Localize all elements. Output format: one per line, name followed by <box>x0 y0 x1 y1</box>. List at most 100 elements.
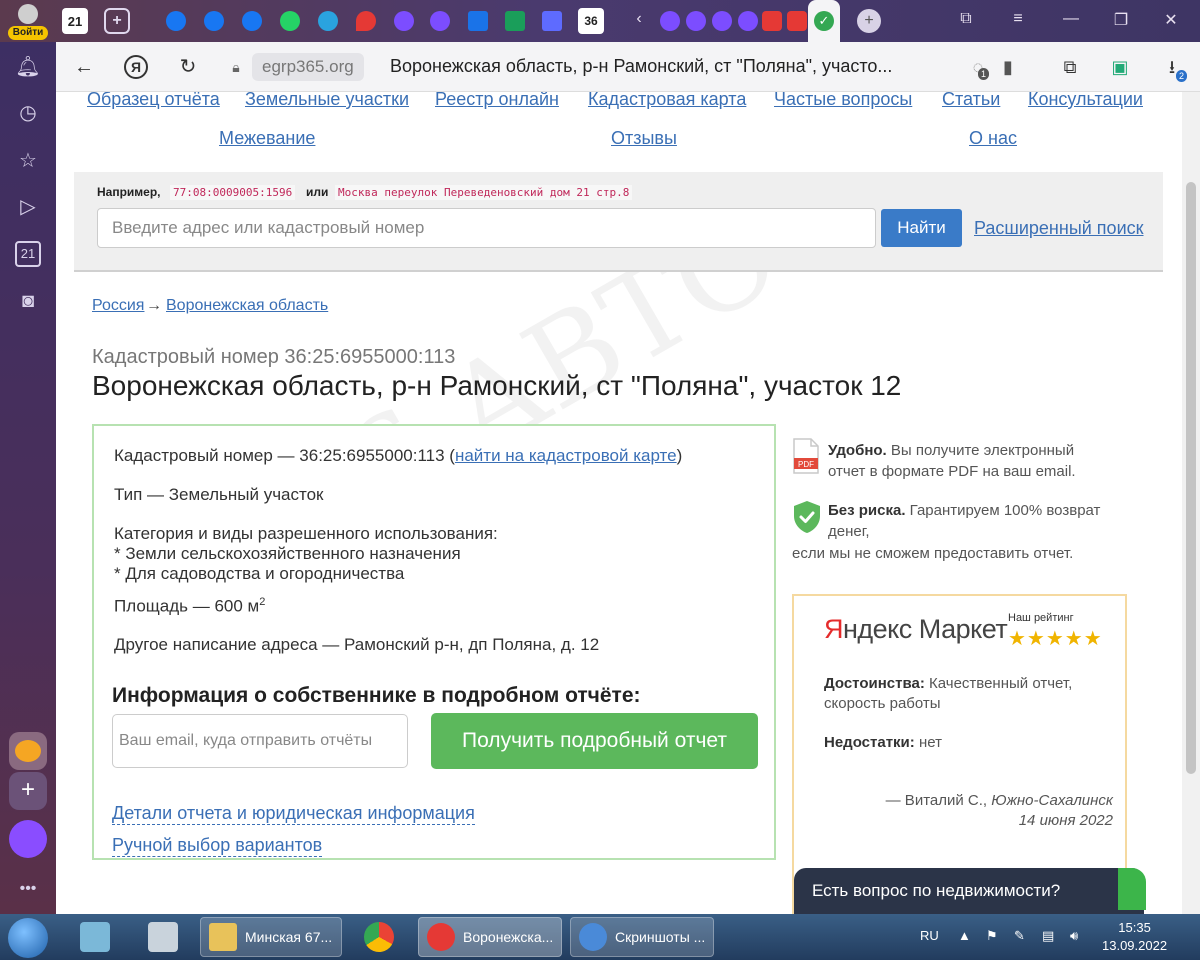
find-button[interactable]: Найти <box>881 209 962 247</box>
camera-icon[interactable]: ◙ <box>15 288 41 314</box>
yandex-tab-icon[interactable] <box>762 11 782 31</box>
nav-link-sample-report[interactable]: Образец отчёта <box>87 92 220 110</box>
home-tab-icon[interactable] <box>505 11 525 31</box>
app-tab-icon[interactable] <box>394 11 414 31</box>
nav-link-about[interactable]: О нас <box>969 128 1017 149</box>
scrollbar-thumb[interactable] <box>1186 182 1196 774</box>
pen-icon[interactable]: ✎ <box>1014 928 1025 944</box>
taskbar-screenshots-window[interactable]: Скриншоты ... <box>570 917 714 957</box>
email-input[interactable]: Ваш email, куда отправить отчёты <box>112 714 408 768</box>
nav-link-surveying[interactable]: Межевание <box>219 128 315 149</box>
network-icon[interactable]: ▤ <box>1042 928 1054 944</box>
back-icon[interactable]: ← <box>72 55 96 79</box>
flag-icon[interactable]: ⚑ <box>986 928 998 944</box>
advanced-search-link[interactable]: Расширенный поиск <box>974 218 1144 239</box>
star-icon[interactable]: ☆ <box>15 148 41 174</box>
app-tab-icon[interactable] <box>712 11 732 31</box>
facebook-tab-icon[interactable] <box>204 11 224 31</box>
chrome-icon[interactable] <box>364 922 394 952</box>
new-tab-group-icon[interactable]: + <box>104 8 130 34</box>
mail-app-icon[interactable] <box>9 732 47 770</box>
cadastral-subtitle: Кадастровый номер 36:25:6955000:113 <box>92 346 456 368</box>
facebook-tab-icon[interactable] <box>166 11 186 31</box>
yandex-browser-icon <box>427 923 455 951</box>
report-details-link[interactable]: Детали отчета и юридическая информация <box>112 802 475 825</box>
menu-icon[interactable]: ≡ <box>1007 10 1029 28</box>
app-tab-icon[interactable] <box>686 11 706 31</box>
example-cadastral-code: 77:08:0009005:1596 <box>170 185 296 200</box>
os-taskbar: Минская 67... Воронежска... Скриншоты ..… <box>0 914 1200 960</box>
bookmark-icon[interactable]: ▮ <box>996 55 1020 79</box>
breadcrumb-region[interactable]: Воронежская область <box>166 297 328 315</box>
calculator-icon[interactable] <box>148 922 178 952</box>
more-icon[interactable]: ••• <box>15 876 41 902</box>
app-tab-icon[interactable] <box>660 11 680 31</box>
volume-icon[interactable]: 🔊︎ <box>1070 928 1078 944</box>
facebook-tab-icon[interactable] <box>242 11 262 31</box>
get-report-button[interactable]: Получить подробный отчет <box>431 713 758 769</box>
example-or-label: или <box>306 185 329 199</box>
lock-icon[interactable]: 🔒︎ <box>224 55 248 79</box>
search-input[interactable]: Введите адрес или кадастровый номер <box>97 208 876 248</box>
taskbar-yandex-window[interactable]: Воронежска... <box>418 917 562 957</box>
profile-signin-button[interactable]: Войти <box>6 2 50 40</box>
maps-tab-icon[interactable] <box>356 11 376 31</box>
reload-icon[interactable]: ↻ <box>176 55 200 79</box>
browser-tab-strip: Войти 21 + 36 ‹ ✓ + ⧉ ≡ — ❐ ✕ <box>0 0 1200 42</box>
screenshots-app-icon <box>579 923 607 951</box>
calendar-icon[interactable]: 21 <box>15 241 41 267</box>
tray-expand-icon[interactable]: ▲ <box>958 928 971 943</box>
yandex-tab-icon[interactable] <box>787 11 807 31</box>
close-icon[interactable]: ✕ <box>1160 10 1182 30</box>
language-indicator[interactable]: RU <box>920 928 939 943</box>
category-item: * Для садоводства и огородничества <box>114 564 405 583</box>
nav-link-faq[interactable]: Частые вопросы <box>774 92 912 110</box>
start-button[interactable] <box>8 918 48 958</box>
nav-link-reviews[interactable]: Отзывы <box>611 128 677 149</box>
area-unit-sup: 2 <box>259 596 266 608</box>
nav-link-land-plots[interactable]: Земельные участки <box>245 92 409 110</box>
new-tab-button[interactable]: + <box>857 9 881 33</box>
page-scrollbar[interactable] <box>1182 92 1200 914</box>
desktop-icon[interactable] <box>80 922 110 952</box>
collections-icon[interactable]: ⧉ <box>955 10 977 28</box>
tabs-scroll-left-icon[interactable]: ‹ <box>628 10 650 28</box>
active-tab[interactable]: ✓ <box>808 0 840 42</box>
extensions-icon[interactable]: ⧉ <box>1058 55 1082 79</box>
history-icon[interactable]: ◷ <box>15 100 41 126</box>
add-app-icon[interactable]: + <box>9 772 47 810</box>
nav-link-consultations[interactable]: Консультации <box>1028 92 1143 110</box>
play-icon[interactable]: ▷ <box>15 194 41 220</box>
app-tab-icon[interactable] <box>738 11 758 31</box>
app-tab-icon[interactable] <box>430 11 450 31</box>
feature-convenient-title: Удобно. <box>828 442 887 459</box>
url-page-title[interactable]: Воронежская область, р-н Рамонский, ст "… <box>390 56 892 77</box>
sparkle-tab-icon[interactable] <box>542 11 562 31</box>
minimize-icon[interactable]: — <box>1060 10 1082 28</box>
yandex-logo-icon[interactable]: Я <box>124 55 148 79</box>
cadastral-map-link[interactable]: найти на кадастровой карте <box>455 446 677 465</box>
bell-icon[interactable]: 🔔︎ <box>15 54 41 80</box>
review-pros-text: Качественный отчет, <box>929 675 1073 692</box>
category-title: Категория и виды разрешенного использова… <box>114 524 498 543</box>
taskbar-explorer-window[interactable]: Минская 67... <box>200 917 342 957</box>
review-pros-label: Достоинства: <box>824 675 925 692</box>
site-36-tab-icon[interactable]: 36 <box>578 8 604 34</box>
app-tab-icon[interactable] <box>468 11 488 31</box>
nav-link-registry-online[interactable]: Реестр онлайн <box>435 92 559 110</box>
nav-link-articles[interactable]: Статьи <box>942 92 1000 110</box>
calendar-tab-icon[interactable]: 21 <box>62 8 88 34</box>
nav-link-cadastral-map[interactable]: Кадастровая карта <box>588 92 746 110</box>
manual-selection-link[interactable]: Ручной выбор вариантов <box>112 834 323 857</box>
chat-widget-button[interactable]: Есть вопрос по недвижимости? <box>794 868 1144 914</box>
rating-stars: ★★★★★ <box>1008 628 1103 650</box>
url-host[interactable]: egrp365.org <box>252 53 364 81</box>
breadcrumb-root[interactable]: Россия <box>92 297 144 315</box>
whatsapp-tab-icon[interactable] <box>280 11 300 31</box>
property-info-card: Кадастровый номер — 36:25:6955000:113 (н… <box>92 424 776 860</box>
restore-icon[interactable]: ❐ <box>1110 10 1132 30</box>
image-search-icon[interactable]: ▣ <box>1108 55 1132 79</box>
alice-assistant-icon[interactable] <box>9 820 47 858</box>
clock[interactable]: 15:35 13.09.2022 <box>1102 919 1167 955</box>
telegram-tab-icon[interactable] <box>318 11 338 31</box>
